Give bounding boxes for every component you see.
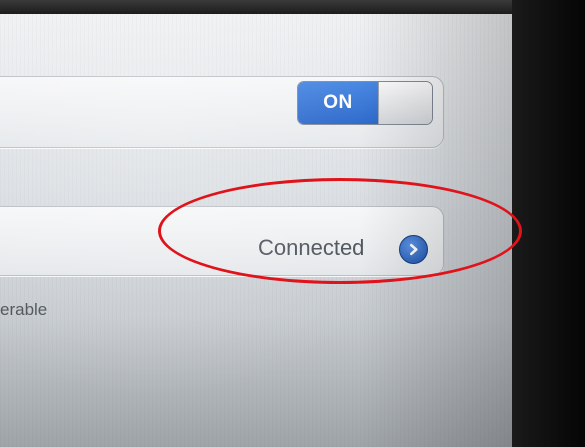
toggle-knob <box>378 82 432 124</box>
bluetooth-toggle[interactable]: ON <box>297 81 433 125</box>
right-bezel <box>512 0 585 447</box>
red-circle-annotation <box>158 178 522 284</box>
top-bezel <box>0 0 512 14</box>
toggle-on-label: ON <box>298 82 378 124</box>
discoverable-footer-text: erable <box>0 300 48 319</box>
